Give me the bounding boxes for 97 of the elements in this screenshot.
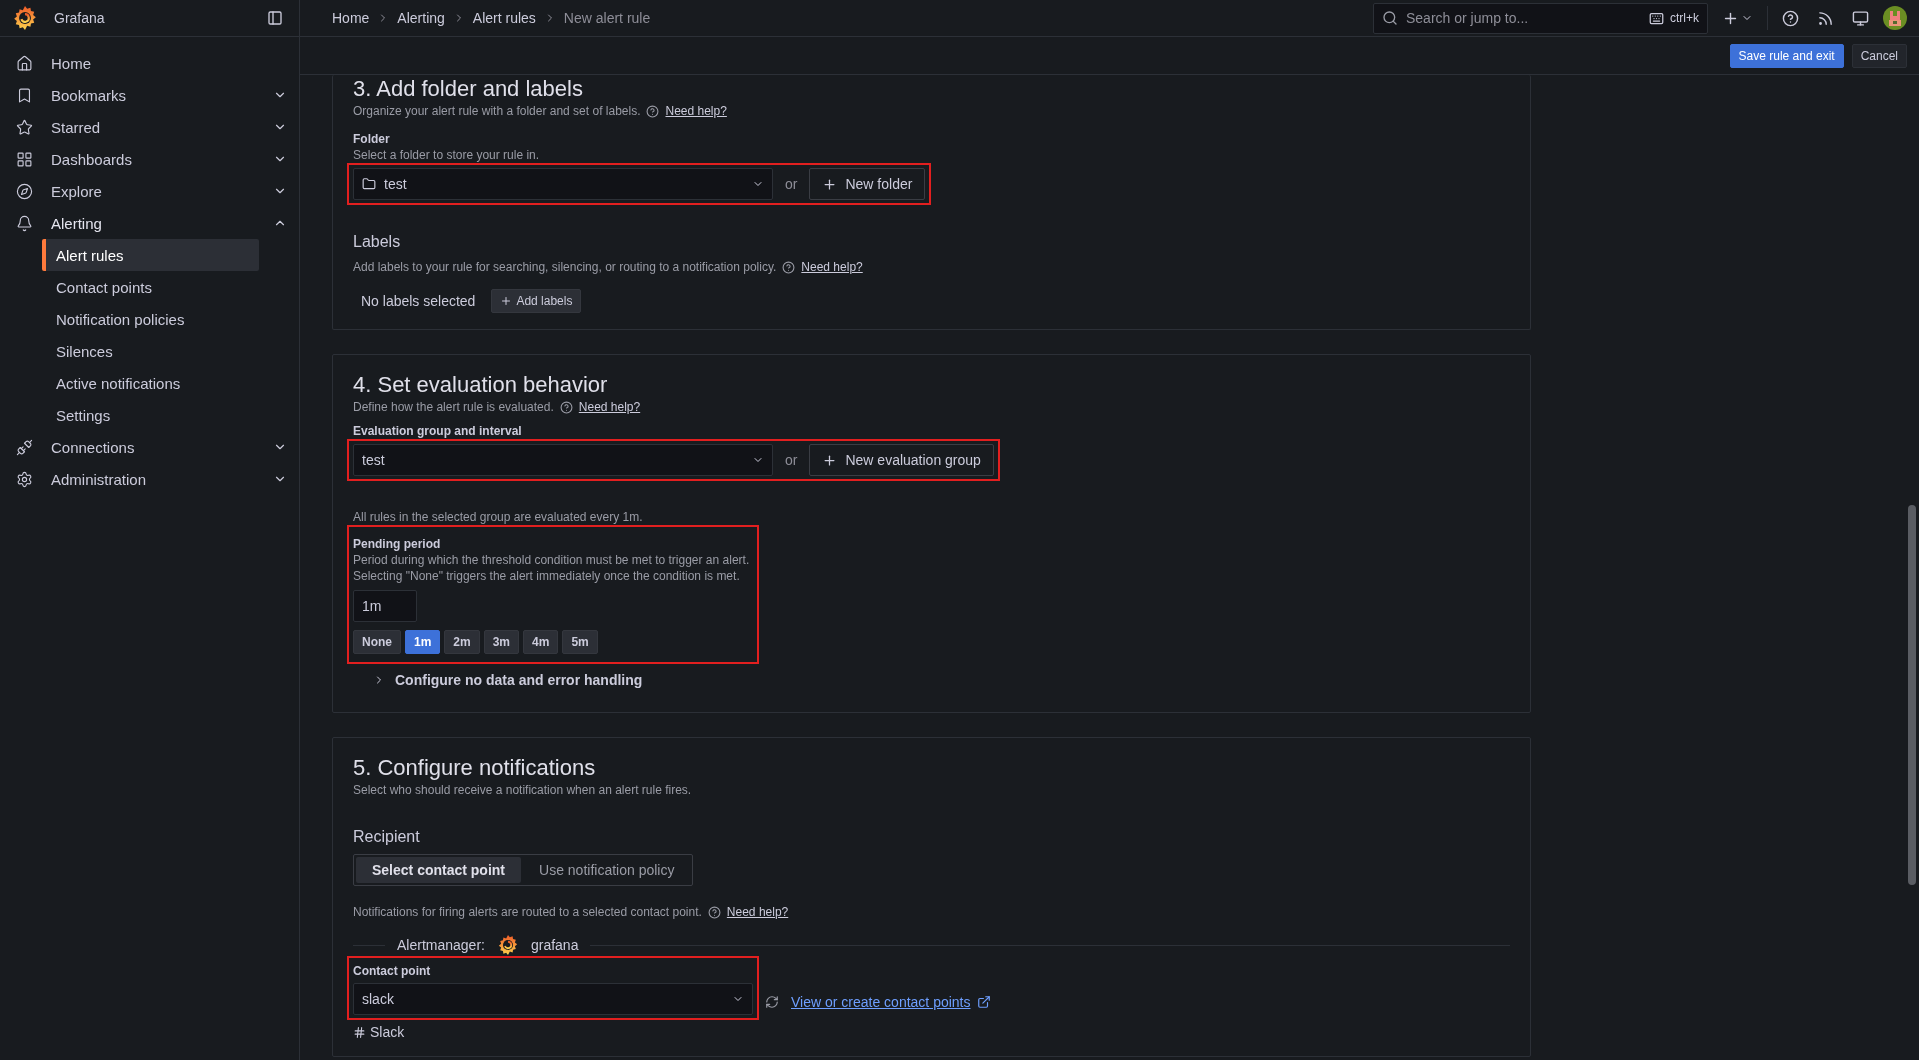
field-description: Select a folder to store your rule in. — [353, 147, 540, 163]
interval-note: All rules in the selected group are evaluated every 1m. — [353, 509, 643, 525]
section-description: Define how the alert rule is evaluated. — [353, 399, 554, 415]
external-link-icon — [976, 995, 991, 1009]
settings-icon — [16, 470, 33, 488]
nav-subitem[interactable]: Active notifications — [42, 367, 259, 399]
recipient-option[interactable]: Use notification policy — [523, 857, 691, 883]
recipient-option[interactable]: Select contact point — [356, 857, 522, 883]
search-icon — [1382, 10, 1398, 26]
compass-icon — [16, 182, 33, 200]
brand-name: Grafana — [54, 10, 106, 26]
home-icon — [16, 54, 33, 72]
period-preset[interactable]: None — [353, 630, 401, 654]
rss-icon — [1817, 9, 1834, 27]
star-icon — [16, 118, 33, 136]
grid-icon — [16, 150, 33, 168]
contact-point-select[interactable]: slack — [353, 983, 753, 1015]
field-label: Folder — [353, 131, 391, 147]
field-description: Add labels to your rule for searching, silencing, or routing to a notification policy. — [353, 259, 777, 275]
nav-subitem[interactable]: Settings — [42, 399, 259, 431]
add-labels-button[interactable]: Add labels — [491, 289, 582, 313]
logo-icon — [12, 5, 38, 31]
integration-name: Slack — [370, 1024, 405, 1040]
plug-icon — [16, 438, 33, 456]
help-link[interactable]: Need help? — [578, 399, 641, 415]
field-label: Contact point — [353, 963, 432, 979]
nav-item[interactable]: Dashboards — [0, 143, 299, 175]
nav-item[interactable]: Connections — [0, 431, 299, 463]
keyboard-icon — [1649, 10, 1664, 26]
monitor-icon — [1852, 9, 1869, 27]
folder-icon — [362, 177, 376, 191]
cancel-button[interactable]: Cancel — [1851, 43, 1907, 68]
breadcrumb-link[interactable]: New alert rule — [563, 10, 651, 26]
period-preset[interactable]: 5m — [562, 630, 598, 654]
help-icon — [559, 400, 573, 414]
hash-icon — [353, 1025, 366, 1039]
pending-period-input[interactable]: 1m — [353, 590, 417, 622]
nav-subitem[interactable]: Notification policies — [42, 303, 259, 335]
new-folder-button[interactable]: New folder — [809, 168, 926, 200]
or-text: or — [784, 176, 799, 192]
help-icon — [646, 104, 660, 118]
nav-item[interactable]: Bookmarks — [0, 79, 299, 111]
period-preset[interactable]: 4m — [523, 630, 559, 654]
shortcut-hint: ctrl+k — [1670, 11, 1699, 25]
field-label: Evaluation group and interval — [353, 423, 523, 439]
subsection-title: Recipient — [353, 828, 421, 846]
period-preset[interactable]: 3m — [483, 630, 520, 654]
contact-points-link[interactable]: View or create contact points — [791, 994, 991, 1010]
section-description: Select who should receive a notification when an alert rule fires. — [353, 782, 692, 798]
group-select[interactable]: test — [353, 444, 773, 476]
plus-icon — [822, 452, 838, 468]
nav-item[interactable]: Administration — [0, 463, 299, 495]
nav-item[interactable]: Starred — [0, 111, 299, 143]
field-description: Selecting "None" triggers the alert immediately once the condition is met. — [353, 568, 740, 584]
alertmanager-label: Alertmanager: — [397, 937, 485, 953]
expand-toggle[interactable]: Configure no data and error handling — [373, 672, 643, 688]
plus-icon — [500, 295, 513, 307]
logo-icon — [496, 934, 519, 956]
panel-icon — [267, 10, 283, 26]
plus-icon — [822, 176, 838, 192]
section-description: Organize your alert rule with a folder and set of labels. — [353, 103, 641, 119]
user-avatar[interactable] — [1883, 6, 1907, 30]
help-icon — [782, 260, 796, 274]
section-title: 3. Add folder and labels — [353, 75, 584, 103]
field-description: Period during which the threshold condition must be met to trigger an alert. — [353, 552, 750, 568]
save-button[interactable]: Save rule and exit — [1729, 43, 1844, 68]
new-group-button[interactable]: New evaluation group — [809, 444, 994, 476]
help-link[interactable]: Need help? — [665, 103, 727, 119]
help-icon — [707, 905, 721, 919]
empty-labels-text: No labels selected — [361, 293, 476, 309]
help-icon — [1782, 9, 1799, 27]
refresh-icon[interactable] — [765, 995, 779, 1009]
help-link[interactable]: Need help? — [801, 259, 863, 275]
or-text: or — [784, 452, 799, 468]
nav-item[interactable]: Home — [0, 47, 299, 79]
help-link[interactable]: Need help? — [726, 904, 789, 920]
nav-item[interactable]: Alerting — [0, 207, 299, 239]
alertmanager-name: grafana — [530, 937, 579, 953]
section-title: 4. Set evaluation behavior — [353, 371, 609, 399]
section-title: 5. Configure notifications — [353, 754, 597, 782]
search-field[interactable]: Search or jump to... — [1404, 9, 1643, 27]
breadcrumb-link[interactable]: Alert rules — [472, 10, 536, 26]
breadcrumb-link[interactable]: Alerting — [397, 10, 445, 26]
nav-subitem[interactable]: Silences — [42, 335, 259, 367]
period-preset[interactable]: 1m — [405, 630, 441, 654]
search-bar[interactable]: Search or jump to... ctrl+k — [1373, 2, 1708, 34]
nav-item[interactable]: Explore — [0, 175, 299, 207]
nav-subitem[interactable]: Alert rules — [42, 239, 259, 271]
bell-icon — [16, 214, 33, 232]
bookmark-icon — [16, 86, 33, 104]
nav-subitem[interactable]: Contact points — [42, 271, 259, 303]
period-preset[interactable]: 2m — [444, 630, 480, 654]
breadcrumb-link[interactable]: Home — [332, 10, 370, 26]
field-description: Notifications for firing alerts are routed to a selected contact point. — [353, 904, 702, 920]
field-label: Pending period — [353, 536, 442, 552]
folder-select[interactable]: test — [353, 168, 773, 200]
subsection-title: Labels — [353, 233, 402, 251]
